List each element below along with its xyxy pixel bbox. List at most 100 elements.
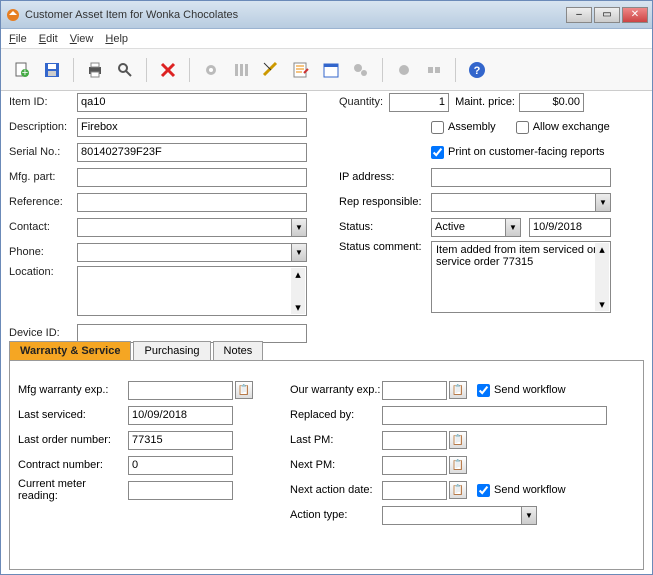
minimize-button[interactable]: – [566, 7, 592, 23]
calendar-button[interactable] [318, 57, 344, 83]
link-button[interactable] [421, 57, 447, 83]
save-button[interactable] [39, 57, 65, 83]
maint-price-input[interactable] [519, 93, 584, 112]
dropdown-icon: ▼ [521, 507, 536, 524]
app-icon [5, 7, 21, 23]
status-comment-label: Status comment: [339, 241, 431, 253]
delete-button[interactable] [155, 57, 181, 83]
item-id-label: Item ID: [9, 96, 77, 108]
next-pm-label: Next PM: [290, 459, 382, 471]
calendar-icon[interactable]: 📋 [235, 381, 253, 399]
serial-label: Serial No.: [9, 146, 77, 158]
item-id-input[interactable] [77, 93, 307, 112]
next-pm-input[interactable] [382, 456, 447, 475]
quantity-label: Quantity: [339, 96, 389, 108]
next-action-input[interactable] [382, 481, 447, 500]
our-exp-input[interactable] [382, 381, 447, 400]
last-order-label: Last order number: [18, 434, 128, 446]
description-input[interactable] [77, 118, 307, 137]
reference-label: Reference: [9, 196, 77, 208]
allow-exchange-checkbox[interactable]: Allow exchange [516, 121, 610, 134]
action-type-label: Action type: [290, 509, 382, 521]
send-workflow-checkbox-1[interactable]: Send workflow [477, 384, 566, 397]
calendar-icon[interactable]: 📋 [449, 381, 467, 399]
phone-combo[interactable]: ▼ [77, 243, 307, 262]
rep-label: Rep responsible: [339, 196, 431, 208]
last-order-input[interactable] [128, 431, 233, 450]
ruler-button[interactable] [258, 57, 284, 83]
tab-panel: Warranty & Service Purchasing Notes Mfg … [9, 341, 644, 570]
tab-notes[interactable]: Notes [213, 341, 264, 360]
location-textarea[interactable]: ▴▾ [77, 266, 307, 316]
calendar-icon[interactable]: 📋 [449, 456, 467, 474]
maximize-button[interactable]: ▭ [594, 7, 620, 23]
help-button[interactable]: ? [464, 57, 490, 83]
process-button[interactable] [391, 57, 417, 83]
dropdown-icon: ▼ [291, 219, 306, 236]
contact-label: Contact: [9, 221, 77, 233]
menu-file[interactable]: File [9, 33, 27, 45]
calendar-icon[interactable]: 📋 [449, 431, 467, 449]
ip-input[interactable] [431, 168, 611, 187]
gears-button[interactable] [348, 57, 374, 83]
status-date-input[interactable] [529, 218, 611, 237]
edit-note-button[interactable] [288, 57, 314, 83]
next-action-label: Next action date: [290, 484, 382, 496]
last-pm-label: Last PM: [290, 434, 382, 446]
gear-button[interactable] [198, 57, 224, 83]
meter-input[interactable] [128, 481, 233, 500]
replaced-label: Replaced by: [290, 409, 382, 421]
mfg-part-label: Mfg. part: [9, 171, 77, 183]
search-button[interactable] [112, 57, 138, 83]
dropdown-icon: ▼ [505, 219, 520, 236]
assembly-checkbox[interactable]: Assembly [431, 121, 496, 134]
quantity-input[interactable] [389, 93, 449, 112]
status-comment-textarea[interactable]: Item added from item serviced on service… [431, 241, 611, 313]
calendar-icon[interactable]: 📋 [449, 481, 467, 499]
replaced-input[interactable] [382, 406, 607, 425]
mfg-part-input[interactable] [77, 168, 307, 187]
menu-view[interactable]: View [70, 33, 94, 45]
close-button[interactable]: ✕ [622, 7, 648, 23]
rep-combo[interactable]: ▼ [431, 193, 611, 212]
ip-label: IP address: [339, 171, 431, 183]
svg-text:+: + [22, 67, 28, 79]
last-pm-input[interactable] [382, 431, 447, 450]
tab-purchasing[interactable]: Purchasing [133, 341, 210, 360]
menu-edit[interactable]: Edit [39, 33, 58, 45]
last-serviced-input[interactable] [128, 406, 233, 425]
maint-price-label: Maint. price: [449, 96, 519, 108]
reference-input[interactable] [77, 193, 307, 212]
tab-warranty[interactable]: Warranty & Service [9, 341, 131, 360]
device-id-input[interactable] [77, 324, 307, 343]
window-title: Customer Asset Item for Wonka Chocolates [25, 9, 566, 21]
titlebar: Customer Asset Item for Wonka Chocolates… [1, 1, 652, 29]
serial-input[interactable] [77, 143, 307, 162]
phone-label: Phone: [9, 246, 77, 258]
contract-label: Contract number: [18, 459, 128, 471]
contact-combo[interactable]: ▼ [77, 218, 307, 237]
print-button[interactable] [82, 57, 108, 83]
location-label: Location: [9, 266, 77, 278]
send-workflow-checkbox-2[interactable]: Send workflow [477, 484, 566, 497]
status-label: Status: [339, 221, 431, 233]
dropdown-icon: ▼ [595, 194, 610, 211]
svg-text:?: ? [474, 65, 481, 77]
toolbar: + ? [1, 49, 652, 91]
menu-help[interactable]: Help [105, 33, 128, 45]
columns-button[interactable] [228, 57, 254, 83]
device-id-label: Device ID: [9, 327, 77, 339]
main-window: Customer Asset Item for Wonka Chocolates… [0, 0, 653, 575]
print-reports-checkbox[interactable]: Print on customer-facing reports [431, 146, 605, 159]
dropdown-icon: ▼ [291, 244, 306, 261]
menubar: File Edit View Help [1, 29, 652, 49]
action-type-combo[interactable]: ▼ [382, 506, 537, 525]
new-button[interactable]: + [9, 57, 35, 83]
contract-input[interactable] [128, 456, 233, 475]
mfg-exp-label: Mfg warranty exp.: [18, 384, 128, 396]
last-serviced-label: Last serviced: [18, 409, 128, 421]
status-combo[interactable]: Active▼ [431, 218, 521, 237]
meter-label: Current meter reading: [18, 478, 128, 502]
our-exp-label: Our warranty exp.: [290, 384, 382, 396]
mfg-exp-input[interactable] [128, 381, 233, 400]
